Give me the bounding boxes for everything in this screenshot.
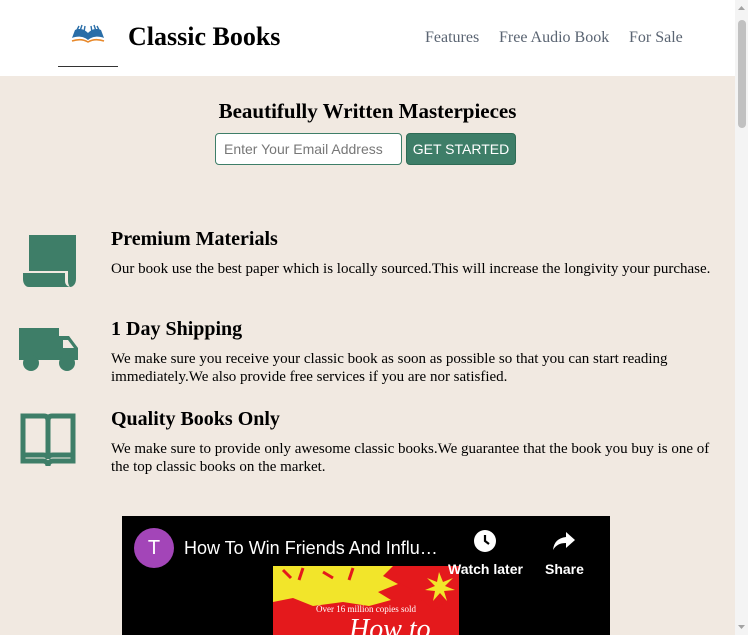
feature-desc-1-day-shipping: We make sure you receive your classic bo… (111, 351, 668, 385)
document-icon (23, 235, 76, 287)
watch-later-button[interactable]: Watch later (448, 528, 523, 577)
cover-top-text: Over 16 million copies sold (316, 604, 416, 614)
book-logo-icon (71, 24, 105, 43)
cover-title-text: How to (349, 614, 431, 635)
get-started-button[interactable]: GET STARTED (406, 133, 516, 165)
watch-later-label: Watch later (448, 561, 523, 577)
nav-link-features[interactable]: Features (425, 28, 479, 48)
share-arrow-icon (553, 532, 576, 550)
feature-desc-quality-books-only: We make sure to provide only awesome cla… (111, 441, 710, 475)
feature-desc-premium-materials: Our book use the best paper which is loc… (111, 261, 711, 277)
feature-title-quality-books-only: Quality Books Only (111, 408, 280, 430)
channel-avatar[interactable]: T (134, 528, 174, 568)
scroll-up-arrow-icon[interactable] (735, 0, 748, 17)
nav-link-for-sale[interactable]: For Sale (629, 28, 683, 48)
email-input[interactable] (215, 133, 402, 165)
truck-icon (19, 328, 78, 371)
site-title: Classic Books (128, 22, 281, 51)
nav-link-free-audio-book[interactable]: Free Audio Book (499, 28, 609, 48)
open-book-icon (20, 413, 76, 467)
vertical-scrollbar[interactable] (735, 0, 748, 635)
scrollbar-thumb[interactable] (738, 20, 746, 128)
video-embed[interactable]: Over 16 million copies sold How to T How… (122, 516, 610, 635)
feature-title-1-day-shipping: 1 Day Shipping (111, 318, 243, 340)
video-title[interactable]: How To Win Friends And Influence People (184, 536, 440, 560)
video-thumbnail[interactable]: Over 16 million copies sold How to (273, 566, 459, 635)
feature-title-premium-materials: Premium Materials (111, 228, 278, 250)
share-button[interactable]: Share (545, 528, 584, 577)
scroll-down-arrow-icon[interactable] (735, 618, 748, 635)
clock-icon (474, 530, 497, 552)
hero-heading: Beautifully Written Masterpieces (218, 99, 517, 123)
site-header: Classic Books Features Free Audio Book F… (0, 0, 735, 76)
logo[interactable] (58, 18, 118, 67)
share-label: Share (545, 561, 584, 577)
